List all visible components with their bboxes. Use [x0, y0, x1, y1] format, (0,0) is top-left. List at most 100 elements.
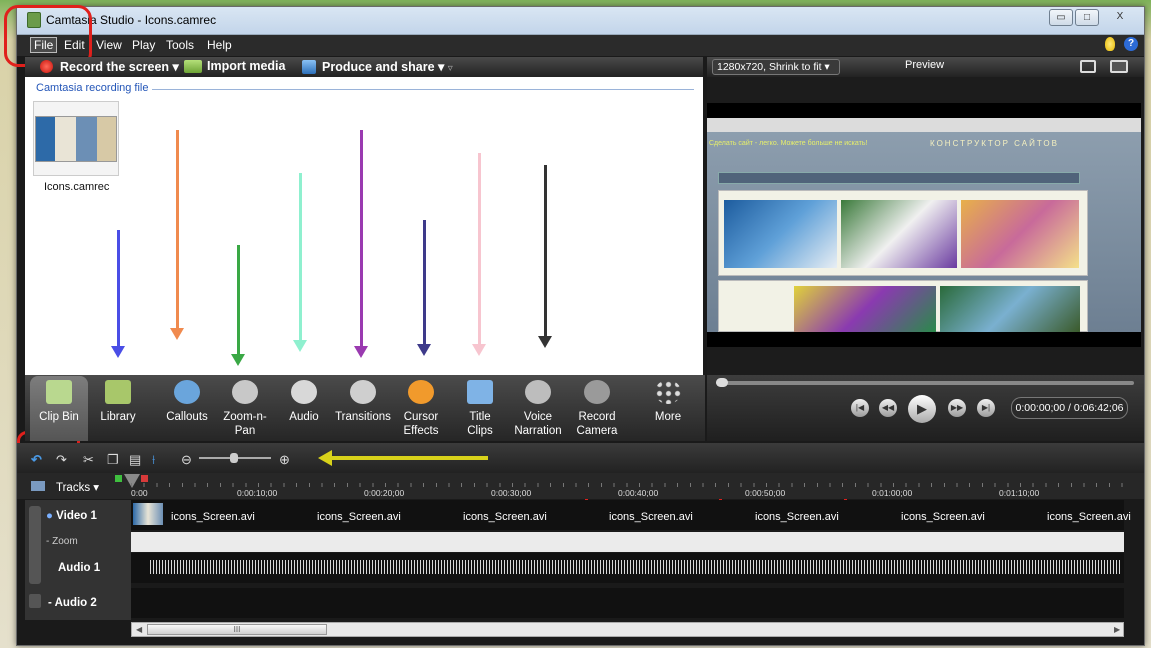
annotation-arrow-head: [111, 346, 125, 358]
preview-size-select[interactable]: 1280x720, Shrink to fit ▾: [712, 59, 840, 75]
in-marker[interactable]: [115, 475, 122, 482]
cursor-icon: [408, 380, 434, 404]
redo-icon[interactable]: ↷: [56, 452, 67, 468]
tracks-menu[interactable]: Tracks ▾: [56, 480, 99, 494]
annotation-arrow-shaft: [544, 165, 547, 336]
import-media-button[interactable]: Import media: [207, 59, 286, 73]
produce-icon: [302, 60, 316, 74]
import-media-icon: [184, 60, 202, 73]
copy-icon[interactable]: ❐: [107, 452, 119, 468]
annotation-arrow-head: [417, 344, 431, 356]
ruler-tick-label: 0:00:50;00: [745, 488, 786, 498]
undo-icon[interactable]: ↶: [31, 452, 42, 468]
seek-bar[interactable]: [716, 381, 1134, 385]
play-button[interactable]: ▶: [908, 395, 936, 423]
annotation-arrow-head: [293, 340, 307, 352]
menu-play[interactable]: Play: [132, 38, 155, 52]
preview-gallery-image: [841, 200, 957, 268]
task-tab-more[interactable]: More: [632, 410, 704, 424]
ruler-minor-ticks: [131, 483, 1124, 487]
preview-gallery-image: [794, 286, 936, 332]
yellow-arrow-head: [318, 450, 332, 466]
annotation-arrow-head: [538, 336, 552, 348]
annotation-arrow-shaft: [360, 130, 363, 346]
scroll-right-icon[interactable]: ▶: [1114, 625, 1120, 634]
tracks-icon: [31, 481, 45, 491]
task-tab-record-camera[interactable]: Record Camera: [561, 410, 633, 438]
ruler-tick-label: 0:01:00;00: [872, 488, 913, 498]
maximize-button[interactable]: □: [1075, 9, 1099, 26]
produce-share-button[interactable]: Produce and share ▾ ▿: [322, 59, 453, 74]
annotation-arrow-shaft: [237, 245, 240, 354]
ruler-tick-label: 0:00:20;00: [364, 488, 405, 498]
preview-title: Preview: [905, 59, 945, 71]
annotation-arrow-head: [472, 344, 486, 356]
microphone-icon: [525, 380, 551, 404]
zoom-out-icon[interactable]: ⊖: [181, 452, 192, 468]
transition-icon: [350, 380, 376, 404]
clip-label[interactable]: icons_Screen.avi: [171, 511, 255, 523]
menu-tools[interactable]: Tools: [166, 38, 194, 52]
out-marker[interactable]: [141, 475, 148, 482]
clip-bin-panel: [25, 77, 703, 375]
annotation-arrow-head: [231, 354, 245, 366]
lightbulb-icon[interactable]: [1105, 37, 1115, 51]
record-screen-button[interactable]: Record the screen ▾: [60, 59, 179, 74]
clip-name: Icons.camrec: [44, 181, 110, 193]
track-lane-audio2[interactable]: [131, 588, 1124, 618]
cut-icon[interactable]: ✂: [83, 452, 94, 468]
close-button[interactable]: X: [1101, 9, 1139, 26]
track-name-zoom: - Zoom: [46, 536, 78, 547]
track-name-audio1: Audio 1: [58, 562, 101, 574]
clip-label[interactable]: icons_Screen.avi: [463, 511, 547, 523]
help-icon[interactable]: ?: [1124, 37, 1138, 51]
track-lane-zoom[interactable]: [131, 532, 1124, 552]
record-icon: [40, 60, 53, 73]
track-name-audio2: - Audio 2: [48, 597, 97, 609]
clip-label[interactable]: icons_Screen.avi: [755, 511, 839, 523]
clip-label[interactable]: icons_Screen.avi: [317, 511, 401, 523]
clip-bin-section-label: Camtasia recording file: [36, 82, 149, 94]
paste-icon[interactable]: ▤: [129, 452, 141, 468]
speaker-icon: [291, 380, 317, 404]
audio-waveform: [150, 560, 1120, 574]
speech-bubble-icon: [174, 380, 200, 404]
skip-forward-button[interactable]: ▶|: [977, 399, 995, 417]
clip-label[interactable]: icons_Screen.avi: [1047, 511, 1131, 523]
title-clip-icon: [467, 380, 493, 404]
task-tab-library[interactable]: Library: [82, 410, 154, 424]
preview-gallery-image: [724, 200, 837, 268]
track-group-handle[interactable]: [29, 506, 41, 584]
annotation-arrow-head: [170, 328, 184, 340]
yellow-arrow-shaft: [330, 456, 488, 460]
menu-view[interactable]: View: [96, 38, 122, 52]
clip-label[interactable]: icons_Screen.avi: [609, 511, 693, 523]
track-name-video1: ● Video 1: [46, 510, 97, 522]
preview-page-heading: КОНСТРУКТОР САЙТОВ: [930, 139, 1059, 148]
lock-icon[interactable]: [29, 594, 41, 608]
camera-icon: [584, 380, 610, 404]
magnifier-icon: [232, 380, 258, 404]
annotation-arrow-shaft: [176, 130, 179, 328]
seek-knob[interactable]: [716, 378, 728, 387]
menu-help[interactable]: Help: [207, 38, 232, 52]
minimize-button[interactable]: ▭: [1049, 9, 1073, 26]
scroll-left-icon[interactable]: ◀: [136, 625, 142, 634]
ruler-tick-label: 0:00:30;00: [491, 488, 532, 498]
fullscreen-icon[interactable]: [1080, 60, 1096, 73]
split-icon[interactable]: ⟊: [152, 452, 155, 468]
timeline-zoom-knob[interactable]: [230, 453, 238, 463]
zoom-in-icon[interactable]: ⊕: [279, 452, 290, 468]
clip-thumbnail-image: [35, 116, 117, 162]
document-icon: [46, 380, 72, 404]
folder-icon: [105, 380, 131, 404]
detach-preview-icon[interactable]: [1110, 60, 1128, 73]
skip-back-button[interactable]: |◀: [851, 399, 869, 417]
section-divider: [152, 89, 694, 90]
scroll-thumb[interactable]: III: [147, 624, 327, 635]
fast-forward-button[interactable]: ▶▶: [948, 399, 966, 417]
rewind-button[interactable]: ◀◀: [879, 399, 897, 417]
preview-gallery-image: [961, 200, 1079, 268]
clip-label[interactable]: icons_Screen.avi: [901, 511, 985, 523]
ruler-tick-label: 0:00: [131, 488, 148, 498]
